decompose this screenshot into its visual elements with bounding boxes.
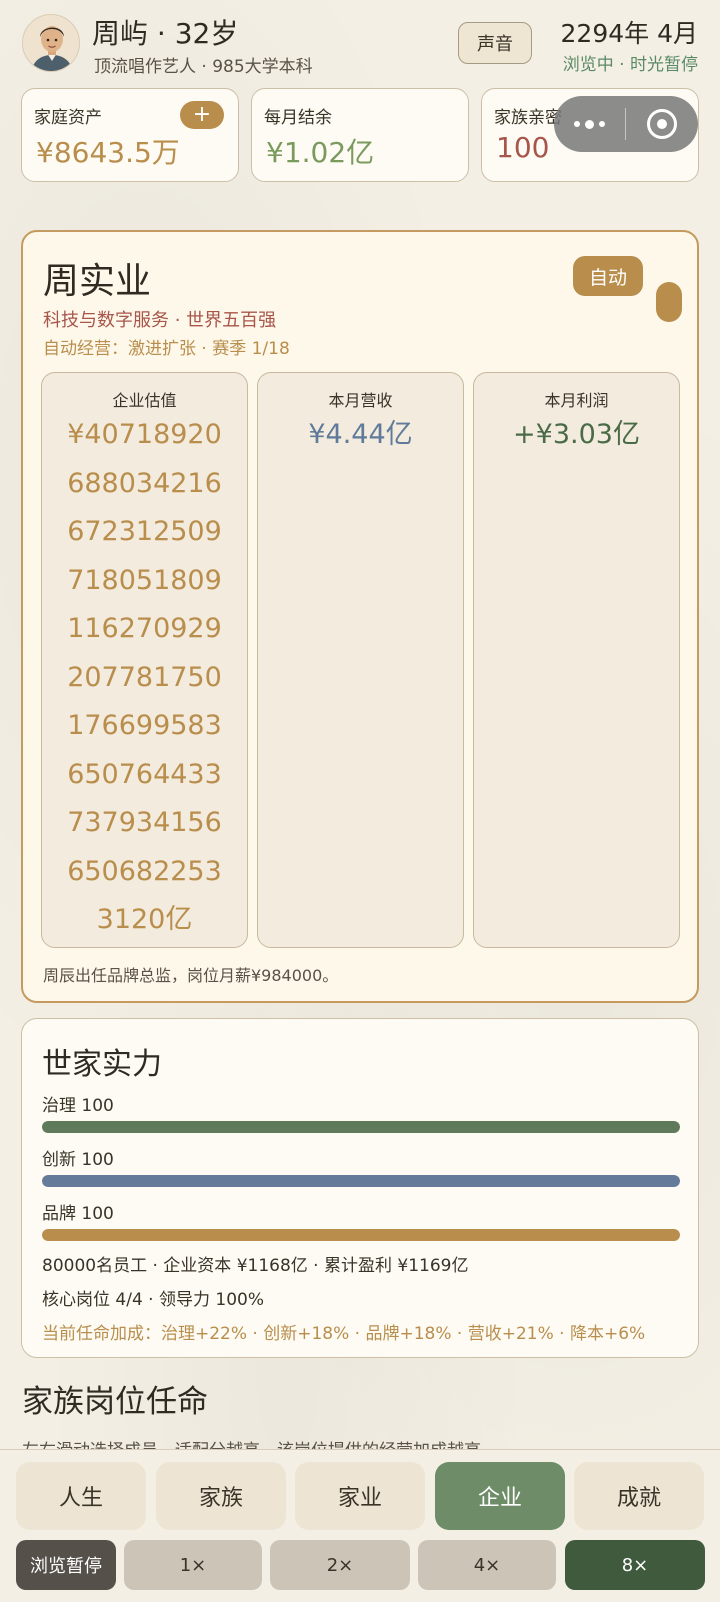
auto-toggle-button[interactable]: 自动 (573, 256, 643, 296)
speed-2x-button[interactable]: 2× (270, 1540, 410, 1590)
metric-value-line: ¥4.44亿 (308, 419, 413, 450)
avatar[interactable] (22, 14, 80, 72)
family-power-panel: 世家实力 治理 100 创新 100 品牌 100 80000名员工 · 企业资… (21, 1018, 699, 1358)
enterprise-note: 周辰出任品牌总监，岗位月薪¥984000。 (43, 966, 339, 985)
metric-value-line: 116270929 (67, 613, 222, 644)
metric-profit: 本月利润 +¥3.03亿 (473, 372, 680, 948)
bar-fill-brand (42, 1229, 680, 1241)
metric-value-line: 650764433 (67, 758, 222, 790)
metric-label: 企业估值 (112, 391, 177, 410)
close-miniprogram-icon[interactable] (626, 109, 698, 139)
bar-label-governance: 治理 100 (42, 1096, 114, 1116)
power-info-bonus: 当前任命加成：治理+22% · 创新+18% · 品牌+18% · 营收+21%… (42, 1324, 646, 1344)
metric-values: ¥40718920 688034216 672312509 718051809 1162… (42, 411, 247, 945)
stat-label: 家族亲密 (494, 108, 562, 128)
enterprise-name: 周实业 (43, 261, 152, 302)
metric-label: 本月利润 (544, 391, 609, 410)
stat-label: 每月结余 (264, 108, 332, 128)
bar-label-innovation: 创新 100 (42, 1150, 114, 1170)
bar-track-innovation (42, 1175, 680, 1187)
power-info-leadership: 核心岗位 4/4 · 领导力 100% (42, 1290, 264, 1310)
metric-value-line: 718051809 (67, 564, 222, 596)
metric-label: 本月营收 (328, 391, 393, 410)
player-profile: 顶流唱作艺人 · 985大学本科 (94, 57, 313, 77)
scroll-handle[interactable] (656, 282, 682, 322)
miniprogram-capsule (554, 96, 698, 152)
stat-card-assets: 家庭资产 + ¥8643.5万 (21, 88, 239, 182)
bar-track-governance (42, 1121, 680, 1133)
tab-family[interactable]: 家族 (156, 1462, 286, 1530)
player-name-age: 周屿 · 32岁 (92, 17, 239, 50)
game-date: 2294年 4月 (560, 19, 698, 48)
speed-8x-button[interactable]: 8× (565, 1540, 705, 1590)
power-title: 世家实力 (42, 1047, 162, 1082)
metric-value-line: 3120亿 (96, 904, 193, 935)
speed-4x-button[interactable]: 4× (418, 1540, 556, 1590)
sound-button[interactable]: 声音 (458, 22, 532, 64)
stat-value: ¥1.02亿 (266, 136, 375, 169)
metric-value-line: 737934156 (67, 807, 222, 838)
tab-enterprise[interactable]: 企业 (435, 1462, 565, 1530)
stat-value: 100 (496, 131, 550, 164)
metric-values: +¥3.03亿 (474, 411, 679, 460)
tab-estate[interactable]: 家业 (295, 1462, 425, 1530)
metric-value-line: 672312509 (67, 516, 222, 547)
enterprise-mode: 自动经营：激进扩张 · 赛季 1/18 (43, 339, 290, 359)
metric-value-line: 176699583 (67, 710, 222, 741)
enterprise-panel: 周实业 自动 科技与数字服务 · 世界五百强 自动经营：激进扩张 · 赛季 1/… (21, 230, 699, 1003)
bar-track-brand (42, 1229, 680, 1241)
metric-value-line: 650682253 (67, 855, 222, 887)
pause-button[interactable]: 浏览暂停 (16, 1540, 116, 1590)
header: 周屿 · 32岁 顶流唱作艺人 · 985大学本科 声音 2294年 4月 浏览… (0, 0, 720, 82)
metric-value-line: +¥3.03亿 (513, 419, 640, 450)
metric-value-line: 688034216 (67, 467, 222, 499)
family-section-title: 家族岗位任命 (22, 1384, 208, 1420)
metric-values: ¥4.44亿 (258, 411, 463, 460)
game-state: 浏览中 · 时光暂停 (562, 55, 698, 75)
stat-value: ¥8643.5万 (36, 136, 180, 169)
tab-life[interactable]: 人生 (16, 1462, 146, 1530)
tab-achievements[interactable]: 成就 (574, 1462, 704, 1530)
bar-fill-governance (42, 1121, 680, 1133)
more-icon[interactable] (554, 119, 625, 129)
bar-label-brand: 品牌 100 (42, 1204, 114, 1224)
speed-1x-button[interactable]: 1× (124, 1540, 262, 1590)
power-info-staff: 80000名员工 · 企业资本 ¥1168亿 · 累计盈利 ¥1169亿 (42, 1256, 469, 1276)
metric-valuation: 企业估值 ¥40718920 688034216 672312509 71805180… (41, 372, 248, 948)
metric-value-line: 207781750 (67, 661, 222, 693)
enterprise-category: 科技与数字服务 · 世界五百强 (43, 310, 277, 331)
bottom-nav: 人生 家族 家业 企业 成就 浏览暂停 1× 2× 4× 8× (0, 1449, 720, 1602)
stat-label: 家庭资产 (34, 108, 102, 128)
bar-fill-innovation (42, 1175, 680, 1187)
metric-value-line: ¥40718920 (67, 419, 222, 450)
metric-revenue: 本月营收 ¥4.44亿 (257, 372, 464, 948)
add-asset-button[interactable]: + (180, 101, 224, 129)
stat-card-balance: 每月结余 ¥1.02亿 (251, 88, 469, 182)
